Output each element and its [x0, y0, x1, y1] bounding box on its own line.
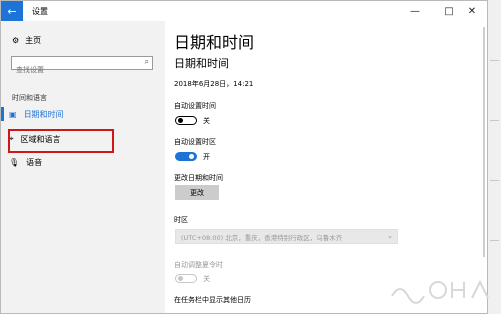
dst-state: 关 — [203, 275, 210, 283]
chevron-down-icon: ⌄ — [387, 232, 393, 240]
close-button[interactable]: ✕ — [456, 1, 487, 21]
microphone-icon: 🎙 — [9, 157, 20, 167]
dst-label: 自动调整夏令时 — [174, 261, 223, 269]
sidebar-item-label: 语音 — [26, 157, 43, 167]
timezone-select[interactable]: (UTC+08:00) 北京，重庆，香港特别行政区，乌鲁木齐 ⌄ — [175, 229, 398, 244]
back-button[interactable]: ← — [1, 1, 23, 21]
title-bar: ← 设置 — □ ✕ — [1, 1, 487, 21]
background-line — [490, 180, 499, 181]
search-box[interactable]: ⌕ — [11, 56, 153, 76]
maximize-icon: □ — [444, 5, 454, 17]
calendar-clock-icon: ▣ — [9, 109, 17, 119]
background-line — [490, 240, 499, 241]
minimize-button[interactable]: — — [398, 1, 432, 21]
timezone-label: 时区 — [174, 216, 188, 224]
main-content: 日期和时间 日期和时间 2018年6月28日，14:21 自动设置时间 关 自动… — [165, 21, 487, 313]
back-arrow-icon: ← — [7, 4, 17, 18]
auto-timezone-label: 自动设置时区 — [174, 138, 216, 146]
scrollbar[interactable] — [483, 27, 485, 257]
current-datetime: 2018年6月28日，14:21 — [174, 80, 254, 88]
settings-window: ← 设置 — □ ✕ ⚙ 主页 ⌕ 时间和语言 ▣ 日期和时间 ⌖ 区域和语言 — [0, 0, 488, 314]
search-icon[interactable]: ⌕ — [145, 57, 149, 67]
auto-time-toggle[interactable] — [175, 116, 197, 125]
timezone-value: (UTC+08:00) 北京，重庆，香港特别行政区，乌鲁木齐 — [181, 233, 343, 242]
close-icon: ✕ — [467, 5, 477, 17]
section-label: 时间和语言 — [12, 94, 47, 102]
home-link[interactable]: ⚙ 主页 — [12, 35, 41, 46]
sidebar: ⚙ 主页 ⌕ 时间和语言 ▣ 日期和时间 ⌖ 区域和语言 🎙 语音 — [1, 21, 165, 313]
gear-icon: ⚙ — [12, 36, 20, 45]
auto-timezone-state: 开 — [203, 153, 210, 161]
selection-indicator — [1, 107, 4, 121]
search-input[interactable] — [12, 64, 134, 76]
home-label: 主页 — [25, 36, 42, 45]
sidebar-item-speech[interactable]: 🎙 语音 — [9, 154, 149, 170]
red-highlight-box — [8, 129, 114, 153]
extra-calendar-label: 在任务栏中显示其他日历 — [174, 296, 251, 304]
page-title: 日期和时间 — [174, 33, 255, 52]
background-page-edge — [488, 0, 501, 314]
auto-time-label: 自动设置时间 — [174, 102, 216, 110]
sidebar-item-date-time[interactable]: ▣ 日期和时间 — [9, 106, 149, 122]
change-datetime-label: 更改日期和时间 — [174, 174, 223, 182]
background-line — [490, 60, 499, 61]
minimize-icon: — — [410, 5, 420, 17]
sidebar-item-label: 日期和时间 — [23, 109, 64, 119]
dst-toggle[interactable] — [175, 274, 197, 283]
background-line — [490, 120, 499, 121]
window-title: 设置 — [32, 7, 48, 16]
watermark-logo — [391, 279, 489, 304]
change-button[interactable]: 更改 — [175, 185, 219, 200]
auto-timezone-toggle[interactable] — [175, 152, 197, 161]
section-title: 日期和时间 — [174, 57, 229, 70]
auto-time-state: 关 — [203, 117, 210, 125]
